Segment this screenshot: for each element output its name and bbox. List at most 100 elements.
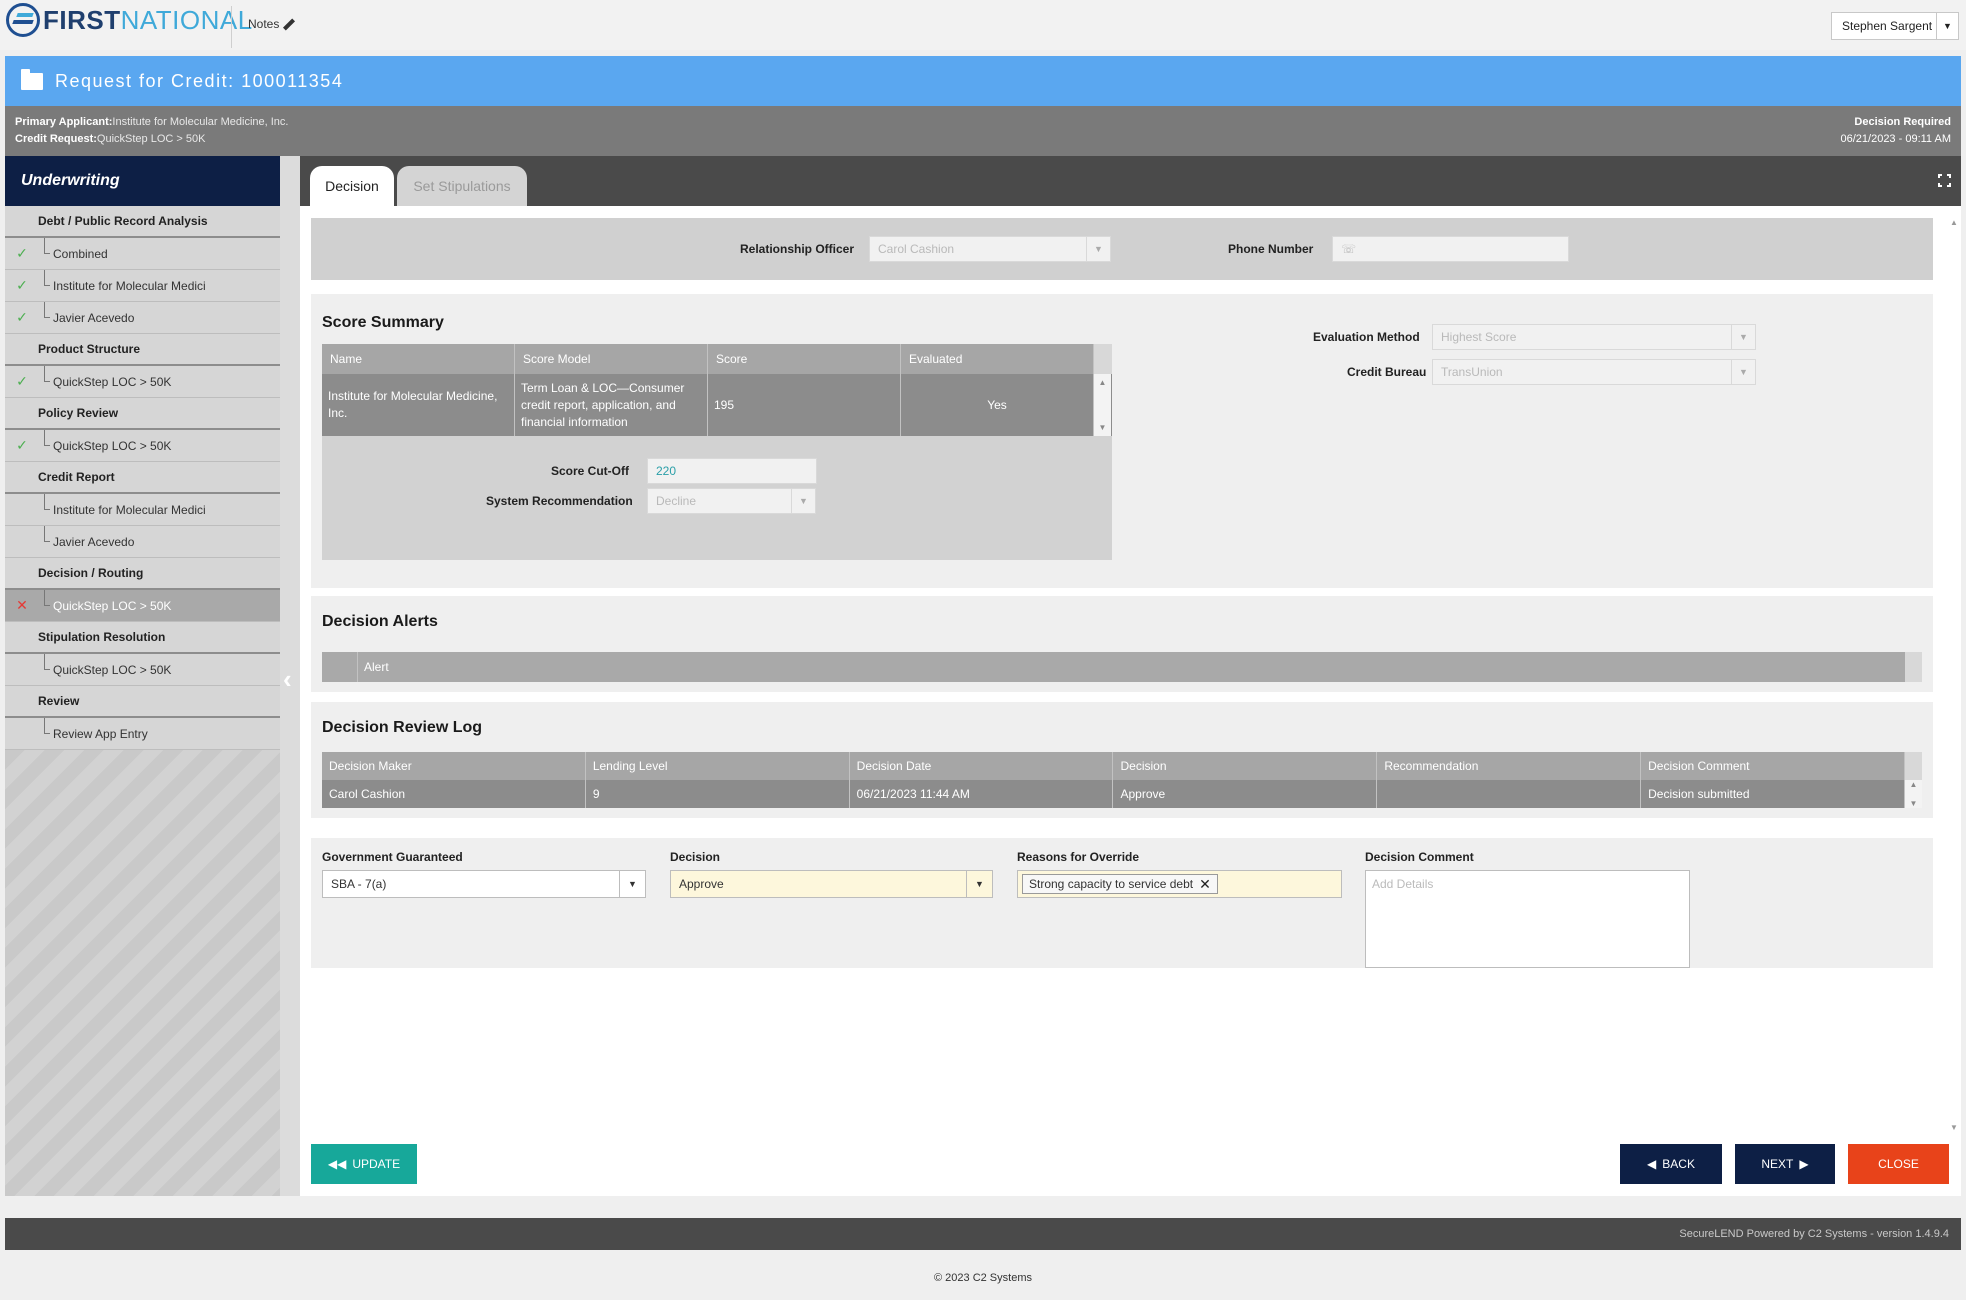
page-scrollbar[interactable]: ▲ ▼ — [1947, 218, 1961, 1132]
sidebar-item[interactable]: ✓ QuickStep LOC > 50K — [5, 365, 280, 398]
table-header: Name Score Model Score Evaluated — [322, 344, 1112, 374]
sidebar-section[interactable]: Stipulation Resolution — [5, 622, 280, 654]
sidebar-item[interactable]: ✓ Javier Acevedo — [5, 301, 280, 334]
override-reasons-multiselect[interactable]: Strong capacity to service debt ✕ — [1017, 870, 1342, 898]
lending-level-cell: 9 — [586, 780, 850, 808]
underwriting-sidebar: Underwriting Debt / Public Record Analys… — [5, 156, 280, 1196]
caret-down-icon: ▼ — [1936, 13, 1958, 39]
user-menu[interactable]: Stephen Sargent ▼ — [1831, 12, 1959, 40]
credit-request-label: Credit Request: — [15, 133, 97, 145]
decision-date-cell: 06/21/2023 11:44 AM — [850, 780, 1114, 808]
score-model-cell: Term Loan & LOC—Consumer credit report, … — [515, 374, 708, 436]
sidebar-section[interactable]: Credit Report — [5, 462, 280, 494]
chevron-left-icon: ‹ — [283, 664, 292, 694]
column-header[interactable]: Score Model — [515, 344, 708, 374]
relationship-officer-select[interactable]: Carol Cashion ▼ — [869, 236, 1111, 262]
evaluated-cell: Yes — [901, 374, 1094, 436]
table-scrollbar[interactable] — [1905, 652, 1922, 682]
sidebar-section[interactable]: Product Structure — [5, 334, 280, 366]
column-header[interactable]: Decision Maker — [322, 752, 586, 780]
decision-review-log-title: Decision Review Log — [322, 719, 483, 736]
column-header[interactable]: Lending Level — [586, 752, 850, 780]
score-summary-title: Score Summary — [322, 314, 444, 331]
sidebar-section[interactable]: Policy Review — [5, 398, 280, 430]
score-summary-box: Name Score Model Score Evaluated Institu… — [322, 344, 1112, 560]
system-recommendation-label: System Recommendation — [486, 494, 633, 508]
scroll-down-icon: ▼ — [1909, 799, 1918, 808]
table-scrollbar[interactable]: ▲ ▼ — [1904, 780, 1922, 808]
sidebar-item[interactable]: QuickStep LOC > 50K — [5, 653, 280, 686]
back-button[interactable]: ◀ BACK — [1620, 1144, 1722, 1184]
column-header[interactable]: Decision — [1113, 752, 1378, 780]
decision-value: Approve — [679, 877, 724, 891]
column-header[interactable]: Decision Comment — [1641, 752, 1905, 780]
logo-first: FIRST — [43, 4, 121, 35]
sidebar-item[interactable]: Review App Entry — [5, 717, 280, 750]
sidebar-item[interactable]: ✓ Combined — [5, 237, 280, 270]
sidebar-item-active[interactable]: ✕ QuickStep LOC > 50K — [5, 589, 280, 622]
system-recommendation-select[interactable]: Decline ▼ — [647, 488, 816, 514]
tree-connector — [39, 717, 53, 750]
tab-decision[interactable]: Decision — [310, 166, 394, 206]
credit-bureau-select[interactable]: TransUnion ▼ — [1432, 359, 1756, 385]
score-cell: 195 — [708, 374, 901, 436]
sidebar-item[interactable]: ✓ QuickStep LOC > 50K — [5, 429, 280, 462]
expand-icon[interactable] — [1937, 173, 1952, 188]
scroll-down-icon: ▼ — [1098, 423, 1107, 432]
override-reason-tag-label: Strong capacity to service debt — [1029, 877, 1194, 891]
sidebar-section[interactable]: Review — [5, 686, 280, 718]
phone-number-input[interactable]: ☏ — [1332, 236, 1569, 262]
decision-comment-textarea[interactable]: Add Details — [1365, 870, 1690, 968]
table-scrollbar[interactable]: ▲ ▼ — [1094, 374, 1111, 436]
sidebar-section[interactable]: Decision / Routing — [5, 558, 280, 590]
column-header[interactable]: Evaluated — [901, 344, 1094, 374]
pencil-icon — [283, 19, 294, 30]
gov-guaranteed-select[interactable]: SBA - 7(a) ▼ — [322, 870, 646, 898]
close-button[interactable]: CLOSE — [1848, 1144, 1949, 1184]
check-icon: ✓ — [16, 245, 28, 261]
top-bar: FIRST NATIONAL Notes Stephen Sargent ▼ — [0, 0, 1966, 50]
override-reason-tag: Strong capacity to service debt ✕ — [1022, 874, 1218, 894]
sidebar-item-label: Review App Entry — [53, 726, 148, 741]
column-header[interactable]: Recommendation — [1377, 752, 1642, 780]
table-row[interactable]: Institute for Molecular Medicine, Inc. T… — [322, 374, 1112, 436]
decision-comment-placeholder: Add Details — [1372, 877, 1434, 891]
column-header[interactable]: Decision Date — [850, 752, 1114, 780]
sidebar-collapse-handle[interactable]: ‹ — [280, 156, 300, 1196]
chevron-down-icon: ▼ — [1731, 325, 1755, 349]
column-header[interactable]: Alert — [358, 652, 389, 682]
error-x-icon: ✕ — [16, 597, 28, 613]
scroll-up-icon: ▲ — [1098, 378, 1107, 387]
page-title: Request for Credit: 100011354 — [55, 70, 344, 91]
primary-applicant-value: Institute for Molecular Medicine, Inc. — [112, 116, 289, 128]
brand-logo[interactable]: FIRST NATIONAL — [6, 3, 253, 37]
tree-connector — [39, 301, 53, 334]
sidebar-section[interactable]: Debt / Public Record Analysis — [5, 206, 280, 238]
tab-set-stipulations[interactable]: Set Stipulations — [397, 166, 527, 206]
decision-select[interactable]: Approve ▼ — [670, 870, 993, 898]
sidebar-item-label: QuickStep LOC > 50K — [53, 438, 172, 453]
remove-tag-icon[interactable]: ✕ — [1199, 876, 1211, 893]
sidebar-item[interactable]: ✓ Institute for Molecular Medici — [5, 269, 280, 302]
tab-bar: Decision Set Stipulations — [300, 156, 1961, 206]
relationship-officer-value: Carol Cashion — [878, 242, 955, 256]
credit-request-value: QuickStep LOC > 50K — [96, 133, 206, 145]
gov-guaranteed-value: SBA - 7(a) — [331, 877, 387, 891]
close-label: CLOSE — [1878, 1157, 1919, 1171]
update-button[interactable]: ◀◀ UPDATE — [311, 1144, 417, 1184]
caret-left-icon: ◀ — [1647, 1157, 1657, 1171]
table-row[interactable]: Carol Cashion 9 06/21/2023 11:44 AM Appr… — [322, 780, 1922, 808]
next-button[interactable]: NEXT ▶ — [1735, 1144, 1835, 1184]
sidebar-item-label: QuickStep LOC > 50K — [53, 598, 172, 613]
sidebar-item[interactable]: Institute for Molecular Medici — [5, 493, 280, 526]
column-header[interactable]: Name — [322, 344, 515, 374]
notes-link[interactable]: Notes — [248, 17, 294, 31]
decision-comment-cell: Decision submitted — [1641, 780, 1905, 808]
column-header[interactable]: Score — [708, 344, 901, 374]
gov-guaranteed-label: Government Guaranteed — [322, 850, 463, 864]
evaluation-method-select[interactable]: Highest Score ▼ — [1432, 324, 1756, 350]
phone-number-label: Phone Number — [1228, 242, 1314, 256]
decision-cell: Approve — [1113, 780, 1378, 808]
sidebar-item-label: QuickStep LOC > 50K — [53, 662, 172, 677]
sidebar-item[interactable]: Javier Acevedo — [5, 525, 280, 558]
